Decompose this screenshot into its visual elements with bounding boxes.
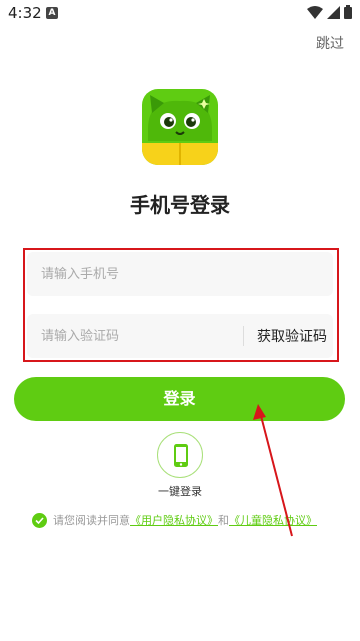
annotation-arrow <box>253 404 293 537</box>
